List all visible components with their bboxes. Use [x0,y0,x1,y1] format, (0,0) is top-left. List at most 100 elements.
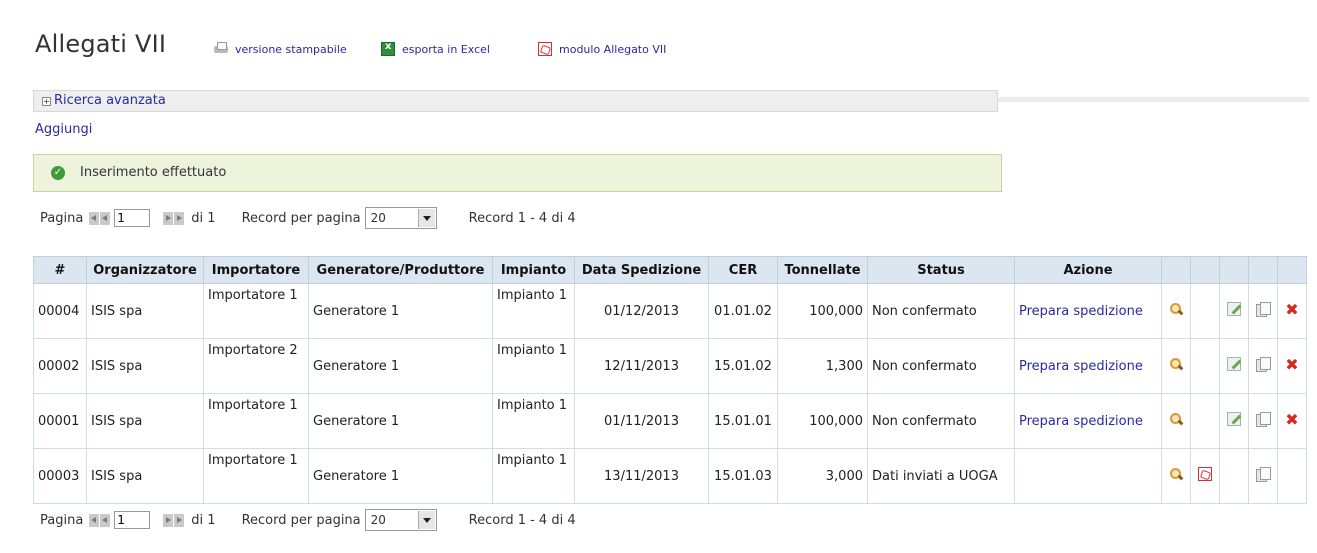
prev-page-icon[interactable] [100,211,111,225]
prev-page-icon[interactable] [100,513,111,527]
cell-copy [1248,283,1278,339]
cell-organizzatore: ISIS spa [86,283,204,339]
prepare-shipment-link[interactable]: Prepara spedizione [1019,359,1143,374]
next-page-icon[interactable] [163,211,174,225]
page-title: Allegati VII [35,30,167,58]
cell-generatore: Generatore 1 [308,448,493,504]
success-text: Inserimento effettuato [80,165,227,180]
first-page-icon[interactable] [89,211,100,225]
print-version-link[interactable]: versione stampabile [214,42,347,56]
cell-view [1161,448,1191,504]
col-header-azione[interactable]: Azione [1014,256,1162,284]
expand-plus-icon: + [42,97,51,106]
col-header-organizzatore[interactable]: Organizzatore [86,256,204,284]
copy-icon[interactable] [1256,467,1271,482]
view-icon[interactable] [1169,302,1183,316]
print-version-label: versione stampabile [235,42,347,56]
copy-icon[interactable] [1256,357,1271,372]
cell-id: 00002 [33,338,87,394]
copy-icon[interactable] [1256,302,1271,317]
cell-status: Dati inviati a UOGA [867,448,1015,504]
add-link[interactable]: Aggiungi [35,122,92,137]
pdf-icon[interactable] [1198,467,1212,481]
pdf-icon [538,42,554,56]
col-header-data-spedizione[interactable]: Data Spedizione [574,256,709,284]
cell-copy [1248,393,1278,449]
per-page-select[interactable]: 20 [364,509,437,531]
page-label: Pagina [40,512,84,528]
col-header-importatore[interactable]: Importatore [203,256,309,284]
cell-tonnellate: 100,000 [777,393,868,449]
cell-id: 00003 [33,448,87,504]
cell-id: 00004 [33,283,87,339]
cell-generatore: Generatore 1 [308,338,493,394]
cell-importatore: Importatore 2 [203,338,309,394]
cell-data-spedizione: 01/11/2013 [574,393,709,449]
last-page-icon[interactable] [174,211,185,225]
page-total-label: di 1 [191,512,216,528]
cell-id: 00001 [33,393,87,449]
col-header-id[interactable]: # [33,256,87,284]
cell-data-spedizione: 12/11/2013 [574,338,709,394]
cell-copy [1248,338,1278,394]
col-header-impianto[interactable]: Impianto [492,256,575,284]
copy-icon[interactable] [1256,412,1271,427]
cell-pdf [1190,338,1220,394]
export-excel-link[interactable]: esporta in Excel [381,41,490,56]
cell-delete: ✖ [1277,283,1307,339]
prepare-shipment-link[interactable]: Prepara spedizione [1019,414,1143,429]
page-label: Pagina [40,210,84,226]
edit-icon[interactable] [1227,357,1241,371]
advanced-search-label: Ricerca avanzata [54,93,166,108]
cell-delete [1277,448,1307,504]
delete-icon[interactable]: ✖ [1285,412,1299,428]
col-header-delete [1277,256,1307,284]
cell-data-spedizione: 13/11/2013 [574,448,709,504]
cell-generatore: Generatore 1 [308,393,493,449]
per-page-label: Record per pagina [241,512,361,528]
cell-impianto: Impianto 1 [492,393,575,449]
col-header-generatore[interactable]: Generatore/Produttore [308,256,493,284]
cell-pdf [1190,393,1220,449]
table-row: 00001 ISIS spa Importatore 1 Generatore … [33,393,1307,449]
cell-importatore: Importatore 1 [203,283,309,339]
view-icon[interactable] [1169,467,1183,481]
check-icon: ✓ [51,166,65,180]
view-icon[interactable] [1169,412,1183,426]
col-header-view [1161,256,1191,284]
view-icon[interactable] [1169,357,1183,371]
cell-delete: ✖ [1277,338,1307,394]
col-header-cer[interactable]: CER [708,256,778,284]
col-header-edit [1219,256,1249,284]
col-header-tonnellate[interactable]: Tonnellate [777,256,868,284]
cell-cer: 15.01.03 [708,448,778,504]
cell-data-spedizione: 01/12/2013 [574,283,709,339]
allegato-module-link[interactable]: modulo Allegato VII [538,42,666,56]
per-page-label: Record per pagina [241,210,361,226]
per-page-value: 20 [370,513,386,527]
cell-delete: ✖ [1277,393,1307,449]
per-page-select[interactable]: 20 [364,207,437,229]
cell-view [1161,338,1191,394]
cell-azione [1014,448,1162,504]
cell-azione: Prepara spedizione [1014,393,1162,449]
edit-icon[interactable] [1227,412,1241,426]
cell-cer: 01.01.02 [708,283,778,339]
edit-icon[interactable] [1227,302,1241,316]
records-label: Record 1 - 4 di 4 [468,210,576,226]
page-number-input[interactable] [114,209,151,227]
allegato-module-label: modulo Allegato VII [559,42,667,56]
export-excel-label: esporta in Excel [402,42,490,56]
col-header-status[interactable]: Status [867,256,1015,284]
delete-icon[interactable]: ✖ [1285,357,1299,373]
advanced-search-toggle[interactable]: + Ricerca avanzata [33,90,998,112]
first-page-icon[interactable] [89,513,100,527]
cell-azione: Prepara spedizione [1014,338,1162,394]
next-page-icon[interactable] [163,513,174,527]
prepare-shipment-link[interactable]: Prepara spedizione [1019,304,1143,319]
records-label: Record 1 - 4 di 4 [468,512,576,528]
page-number-input[interactable] [114,511,151,529]
delete-icon[interactable]: ✖ [1285,302,1299,318]
last-page-icon[interactable] [174,513,185,527]
cell-importatore: Importatore 1 [203,448,309,504]
